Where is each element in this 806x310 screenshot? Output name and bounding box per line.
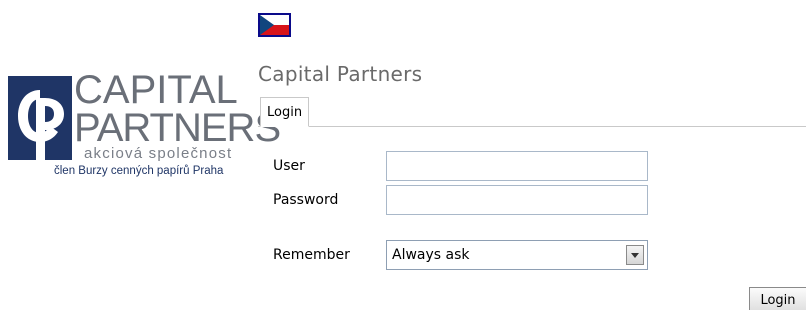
- tab-divider: [258, 126, 806, 127]
- user-label: User: [273, 158, 305, 174]
- login-page: CAPITAL PARTNERS akciová společnost člen…: [0, 0, 806, 310]
- user-input[interactable]: [386, 151, 648, 181]
- logo-text-partners: PARTNERS: [74, 106, 281, 150]
- capital-partners-logo: CAPITAL PARTNERS akciová společnost člen…: [8, 70, 281, 186]
- tab-login[interactable]: Login: [260, 97, 310, 127]
- logo-text-capital: CAPITAL: [74, 68, 238, 112]
- password-label: Password: [273, 192, 339, 208]
- logo-text-company-type: akciová společnost: [84, 145, 233, 162]
- remember-select[interactable]: Always ask: [386, 240, 648, 270]
- remember-label: Remember: [273, 247, 350, 263]
- remember-selected-value: Always ask: [392, 247, 470, 263]
- logo-mark-icon: [8, 76, 72, 160]
- czech-flag-icon[interactable]: [258, 13, 291, 37]
- login-button[interactable]: Login: [749, 287, 806, 310]
- logo-text-exchange-member: člen Burzy cenných papírů Praha: [54, 165, 224, 177]
- dropdown-arrow-icon[interactable]: [626, 245, 644, 265]
- page-title: Capital Partners: [258, 62, 423, 86]
- password-input[interactable]: [386, 185, 648, 215]
